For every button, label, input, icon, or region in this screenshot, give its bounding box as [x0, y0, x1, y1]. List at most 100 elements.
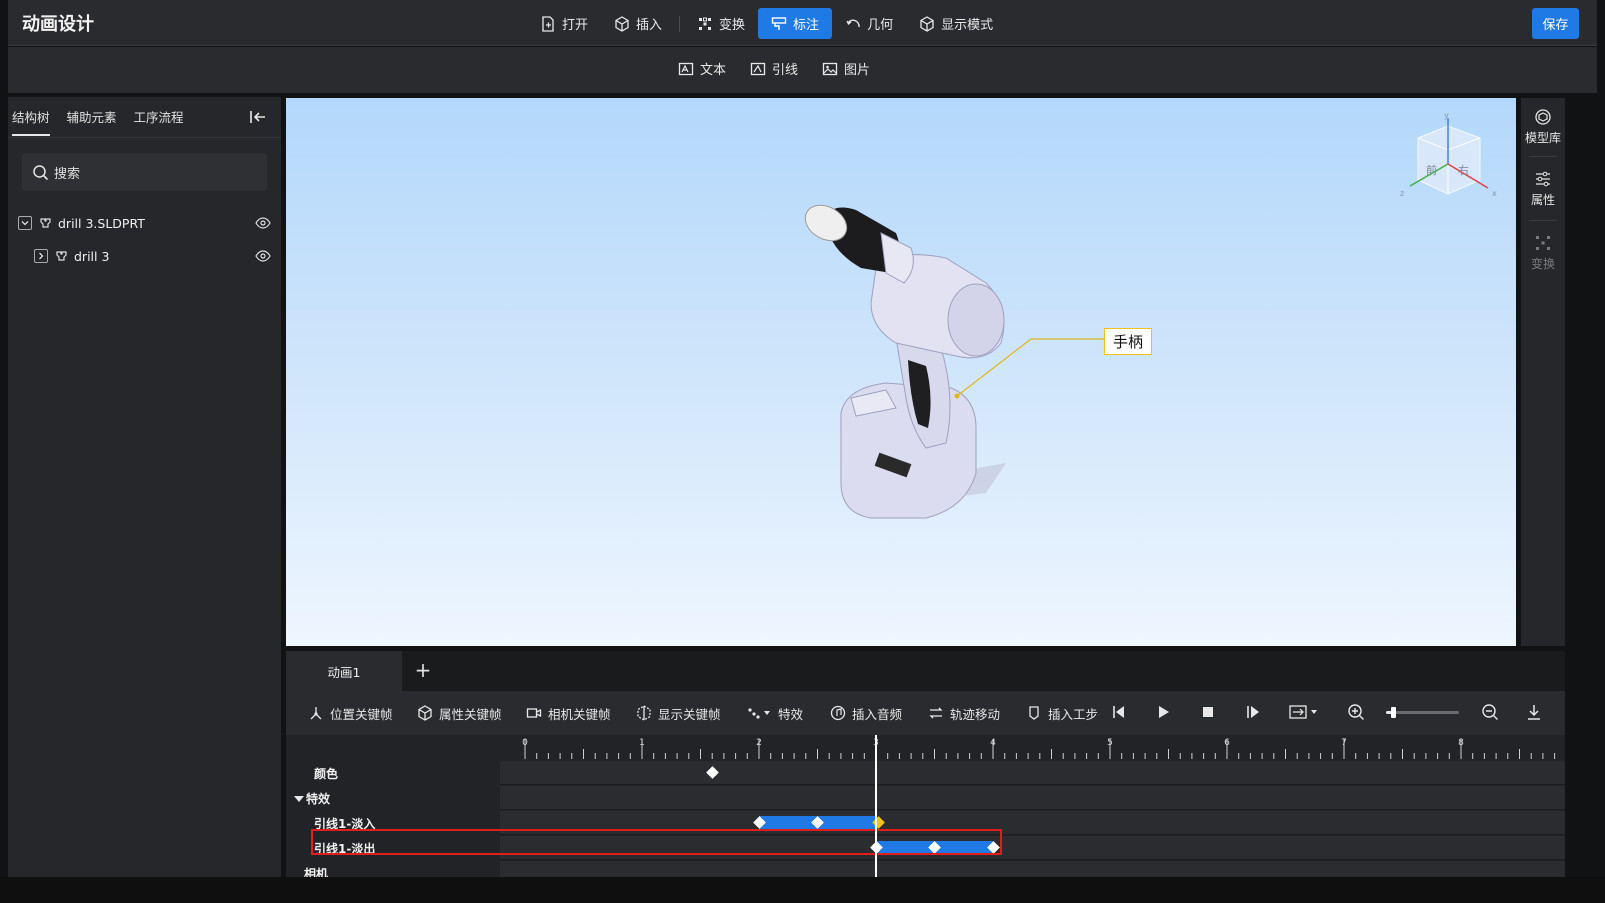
timeline-toolbar: 位置关键帧 属性关键帧 相机关键帧 显示关键帧 特效 插入音频 轨迹移动 插入工… [286, 691, 1565, 735]
zoom-out-icon[interactable] [1481, 703, 1499, 721]
part-icon [56, 251, 67, 261]
next-frame-icon[interactable] [1244, 703, 1262, 721]
insert-button[interactable]: 插入 [601, 8, 675, 39]
tab-process-flow[interactable]: 工序流程 [134, 107, 184, 136]
transform-side-button[interactable]: 变换 [1521, 234, 1565, 272]
time-ruler[interactable]: 012345678 [500, 735, 1565, 761]
display-keyframe-button[interactable]: 显示关键帧 [636, 703, 721, 723]
zoom-slider-thumb[interactable] [1391, 707, 1397, 718]
track-lane[interactable] [500, 786, 1565, 810]
axis-y-label: y [1444, 111, 1449, 120]
ruler-label: 4 [990, 738, 996, 748]
track-label: 颜色 [314, 767, 339, 781]
tab-structure-tree[interactable]: 结构树 [12, 107, 50, 136]
track-group-label[interactable]: 特效 [286, 786, 500, 811]
annotate-icon [771, 16, 787, 30]
stop-icon[interactable] [1199, 703, 1217, 721]
leader-button[interactable]: 引线 [750, 59, 798, 78]
search-placeholder: 搜索 [54, 166, 81, 182]
ruler-label: 8 [1458, 738, 1464, 748]
callout-label[interactable]: 手柄 [1104, 328, 1152, 355]
annotate-label: 标注 [793, 18, 820, 33]
track-group-text: 特效 [306, 792, 331, 806]
animation-tabs: 动画1 + [286, 651, 1565, 691]
trajectory-move-button[interactable]: 轨迹移动 [928, 703, 1000, 723]
display-keyframe-label: 显示关键帧 [658, 706, 721, 722]
effects-label: 特效 [778, 706, 804, 722]
sidebar-divider [1529, 220, 1557, 221]
track-lane[interactable] [500, 811, 1565, 835]
model-library-label: 模型库 [1524, 131, 1561, 145]
tabs-divider [8, 137, 281, 138]
track-lane[interactable] [500, 761, 1565, 785]
model-library-button[interactable]: 模型库 [1521, 108, 1565, 146]
sidebar-divider [1529, 156, 1557, 157]
trajectory-icon [929, 707, 943, 719]
zoom-in-icon[interactable] [1347, 703, 1365, 721]
insert-step-label: 插入工步 [1048, 706, 1099, 722]
ruler-label: 7 [1341, 738, 1347, 748]
annotation-subtoolbar: 文本 引线 图片 [8, 47, 1597, 93]
effects-dropdown[interactable]: 特效 [746, 703, 803, 723]
drill-model[interactable] [286, 98, 1516, 646]
properties-label: 属性 [1530, 193, 1555, 207]
insert-label: 插入 [636, 18, 663, 33]
collapse-toggle-icon[interactable] [18, 216, 32, 230]
left-panel-tabs: 结构树 辅助元素 工序流程 [12, 107, 201, 136]
toolbar-divider [679, 15, 681, 32]
keyframe-marker[interactable] [705, 766, 719, 779]
geometry-button[interactable]: 几何 [832, 8, 906, 39]
transform-icon [1536, 236, 1550, 250]
view-cube[interactable]: y x z 前 右 [1388, 108, 1498, 213]
position-keyframe-button[interactable]: 位置关键帧 [308, 703, 393, 723]
tab-auxiliary-elements[interactable]: 辅助元素 [67, 107, 117, 136]
collapse-panel-icon[interactable] [249, 109, 267, 125]
tree-item-label: drill 3 [74, 248, 110, 264]
download-icon[interactable] [1525, 703, 1543, 721]
position-keyframe-label: 位置关键帧 [330, 706, 393, 722]
track-label: 引线1-淡入 [314, 817, 376, 831]
transform-button[interactable]: 变换 [684, 8, 758, 39]
playhead[interactable] [875, 735, 877, 877]
leader-icon [750, 62, 766, 75]
bottom-strip [0, 877, 1605, 903]
trajectory-move-label: 轨迹移动 [950, 706, 1001, 722]
sub-tools: 文本 引线 图片 [678, 59, 894, 78]
save-button[interactable]: 保存 [1532, 8, 1579, 39]
ruler-label: 2 [756, 738, 762, 748]
previous-frame-icon[interactable] [1110, 703, 1128, 721]
caret-down-icon[interactable] [294, 795, 304, 803]
tab-animation-1[interactable]: 动画1 [286, 651, 402, 691]
tree-item-drill-sldprt[interactable]: drill 3.SLDPRT [8, 210, 281, 236]
tree-item-drill[interactable]: drill 3 [8, 243, 281, 269]
track-lane[interactable] [500, 836, 1565, 860]
play-icon[interactable] [1154, 703, 1172, 721]
expand-toggle-icon[interactable] [34, 249, 48, 263]
text-annotation-button[interactable]: 文本 [678, 59, 726, 78]
transform-label: 变换 [719, 18, 746, 33]
app-root: 动画设计 打开 插入 变换 标注 几何 显示模式 保存 文本 引线 图片 结构树… [0, 0, 1605, 903]
ruler-label: 0 [522, 738, 528, 748]
camera-keyframe-button[interactable]: 相机关键帧 [526, 703, 611, 723]
step-icon [1029, 706, 1039, 720]
annotate-button[interactable]: 标注 [758, 8, 833, 39]
search-icon [33, 164, 49, 180]
visibility-eye-icon[interactable] [255, 217, 271, 229]
cube-right-face: 右 [1458, 163, 1469, 177]
property-keyframe-button[interactable]: 属性关键帧 [417, 703, 502, 723]
playback-mode-icon[interactable] [1288, 703, 1320, 721]
image-annotation-button[interactable]: 图片 [822, 59, 870, 78]
add-animation-button[interactable]: + [412, 659, 434, 681]
visibility-eye-icon[interactable] [255, 250, 271, 262]
open-button[interactable]: 打开 [527, 8, 601, 39]
search-input[interactable]: 搜索 [22, 153, 267, 191]
transform-side-label: 变换 [1530, 257, 1555, 271]
axis-z-label: z [1400, 189, 1404, 198]
insert-audio-button[interactable]: 插入音频 [830, 703, 902, 723]
insert-step-button[interactable]: 插入工步 [1026, 703, 1098, 723]
display-mode-button[interactable]: 显示模式 [906, 8, 1006, 39]
geometry-label: 几何 [867, 18, 894, 33]
3d-viewport[interactable]: 手柄 y x z 前 右 [286, 98, 1516, 646]
properties-button[interactable]: 属性 [1521, 170, 1565, 208]
zoom-slider[interactable] [1386, 707, 1459, 718]
